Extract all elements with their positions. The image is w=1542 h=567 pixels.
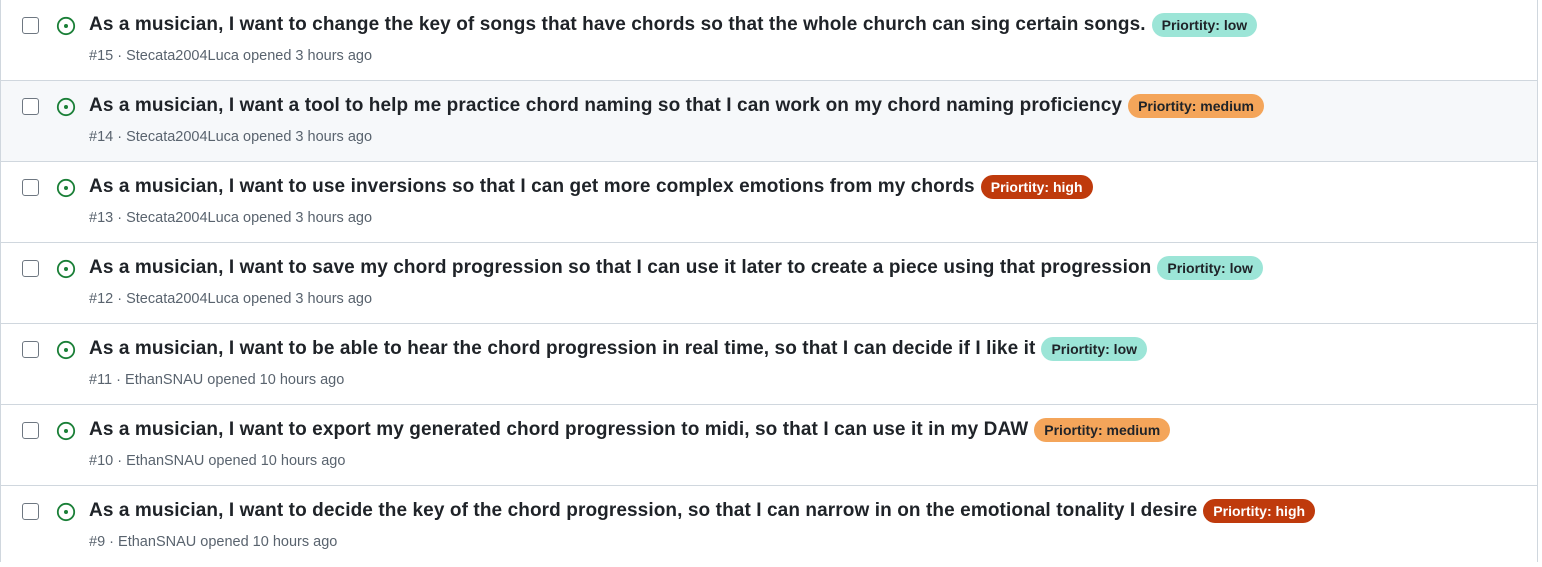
issue-meta: #12 · Stecata2004Luca opened 3 hours ago (89, 291, 372, 307)
issue-opened-time: opened 3 hours ago (243, 291, 373, 307)
issue-list: As a musician, I want to change the key … (0, 0, 1538, 567)
issue-number: #9 (89, 534, 106, 550)
issue-title-line: As a musician, I want to save my chord p… (89, 256, 1263, 280)
issue-title[interactable]: As a musician, I want to change the key … (89, 14, 1146, 36)
issue-row[interactable]: As a musician, I want to be able to hear… (1, 324, 1537, 405)
priority-label[interactable]: Priortity: low (1151, 13, 1258, 37)
issue-opened-time: opened 3 hours ago (243, 48, 373, 64)
issue-number: #11 (89, 372, 113, 388)
issue-author[interactable]: EthanSNAU (118, 534, 196, 550)
meta-separator: · (117, 453, 123, 469)
issue-opened-icon (56, 97, 76, 117)
issue-number: #10 (89, 453, 114, 469)
issue-author[interactable]: Stecata2004Luca (126, 291, 239, 307)
issue-opened-icon (56, 421, 76, 441)
issue-row[interactable]: As a musician, I want to use inversions … (1, 162, 1537, 243)
issue-opened-icon (56, 178, 76, 198)
issue-title-line: As a musician, I want to use inversions … (89, 175, 1093, 199)
issue-row[interactable]: As a musician, I want to decide the key … (1, 486, 1537, 567)
issue-author[interactable]: Stecata2004Luca (126, 129, 239, 145)
issue-meta: #15 · Stecata2004Luca opened 3 hours ago (89, 48, 372, 64)
priority-label[interactable]: Priortity: medium (1128, 94, 1264, 118)
issue-number: #12 (89, 291, 114, 307)
select-checkbox[interactable] (22, 503, 39, 520)
issue-number: #15 (89, 48, 114, 64)
priority-label[interactable]: Priortity: medium (1034, 418, 1171, 442)
issue-title-line: As a musician, I want to export my gener… (89, 418, 1171, 442)
issue-row[interactable]: As a musician, I want to export my gener… (1, 405, 1537, 486)
issue-opened-time: opened 3 hours ago (243, 210, 373, 226)
issue-title[interactable]: As a musician, I want a tool to help me … (89, 95, 1122, 117)
issue-opened-icon (56, 502, 76, 522)
meta-separator: · (117, 291, 123, 307)
priority-label[interactable]: Priortity: high (1203, 499, 1316, 523)
issue-title-line: As a musician, I want to change the key … (89, 13, 1258, 37)
issue-title-line: As a musician, I want a tool to help me … (89, 94, 1264, 118)
issue-title[interactable]: As a musician, I want to use inversions … (89, 176, 975, 198)
meta-separator: · (117, 48, 123, 64)
issue-meta: #13 · Stecata2004Luca opened 3 hours ago (89, 210, 372, 226)
issue-author[interactable]: EthanSNAU (125, 372, 203, 388)
issue-number: #13 (89, 210, 114, 226)
issue-opened-icon (56, 16, 76, 36)
issue-author[interactable]: Stecata2004Luca (126, 48, 239, 64)
issue-number: #14 (89, 129, 114, 145)
issue-title-line: As a musician, I want to decide the key … (89, 499, 1316, 523)
issue-author[interactable]: EthanSNAU (126, 453, 204, 469)
meta-separator: · (117, 129, 123, 145)
select-checkbox[interactable] (22, 422, 39, 439)
issue-title[interactable]: As a musician, I want to save my chord p… (89, 257, 1151, 279)
issue-author[interactable]: Stecata2004Luca (126, 210, 239, 226)
select-checkbox[interactable] (22, 98, 39, 115)
issue-opened-time: opened 10 hours ago (207, 372, 345, 388)
issue-opened-time: opened 10 hours ago (208, 453, 346, 469)
issue-title[interactable]: As a musician, I want to decide the key … (89, 500, 1197, 522)
select-checkbox[interactable] (22, 179, 39, 196)
issue-title[interactable]: As a musician, I want to export my gener… (89, 419, 1028, 441)
issue-opened-time: opened 10 hours ago (200, 534, 338, 550)
issue-meta: #9 · EthanSNAU opened 10 hours ago (89, 534, 337, 550)
issue-row[interactable]: As a musician, I want to change the key … (1, 0, 1537, 81)
issue-opened-icon (56, 259, 76, 279)
meta-separator: · (109, 534, 115, 550)
priority-label[interactable]: Priortity: high (980, 175, 1093, 199)
issue-row[interactable]: As a musician, I want a tool to help me … (1, 81, 1537, 162)
issue-title[interactable]: As a musician, I want to be able to hear… (89, 338, 1035, 360)
select-checkbox[interactable] (22, 341, 39, 358)
issue-title-line: As a musician, I want to be able to hear… (89, 337, 1148, 361)
select-checkbox[interactable] (22, 260, 39, 277)
priority-label[interactable]: Priortity: low (1157, 256, 1263, 280)
issue-row[interactable]: As a musician, I want to save my chord p… (1, 243, 1537, 324)
issue-meta: #10 · EthanSNAU opened 10 hours ago (89, 453, 345, 469)
meta-separator: · (116, 372, 121, 388)
meta-separator: · (117, 210, 123, 226)
issue-opened-time: opened 3 hours ago (243, 129, 373, 145)
priority-label[interactable]: Priortity: low (1041, 337, 1148, 361)
issue-meta: #11 · EthanSNAU opened 10 hours ago (89, 372, 344, 388)
select-checkbox[interactable] (22, 17, 39, 34)
issue-meta: #14 · Stecata2004Luca opened 3 hours ago (89, 129, 372, 145)
issue-opened-icon (56, 340, 76, 360)
